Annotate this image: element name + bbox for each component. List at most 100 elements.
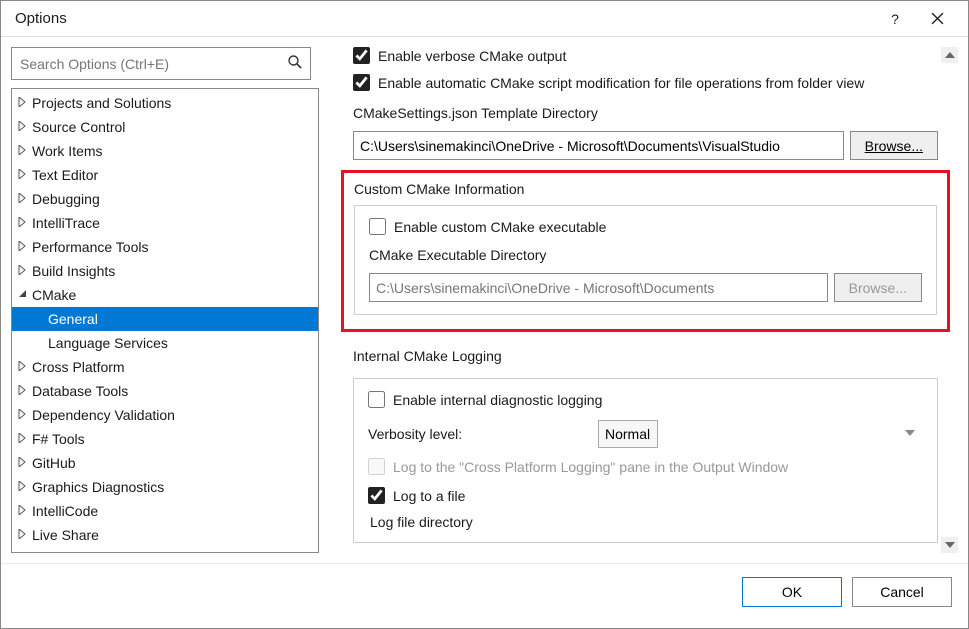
- enable-logging-checkbox-row[interactable]: Enable internal diagnostic logging: [368, 391, 923, 408]
- template-dir-input[interactable]: [353, 131, 844, 160]
- tree-item-label: Language Services: [48, 335, 168, 351]
- chevron-right-icon: [18, 529, 32, 542]
- tree-item-label: CMake: [32, 287, 76, 303]
- chevron-right-icon: [18, 241, 32, 254]
- auto-script-label: Enable automatic CMake script modificati…: [378, 75, 864, 91]
- tree-item-label: General: [48, 311, 98, 327]
- chevron-right-icon: [18, 97, 32, 110]
- template-dir-browse-button[interactable]: Browse...: [850, 131, 938, 160]
- chevron-right-icon: [18, 505, 32, 518]
- tree-item-dependency-validation[interactable]: Dependency Validation: [12, 403, 318, 427]
- scroll-up-button[interactable]: [941, 47, 958, 63]
- cancel-button[interactable]: Cancel: [852, 577, 952, 607]
- chevron-right-icon: [18, 385, 32, 398]
- verbose-checkbox[interactable]: [353, 47, 370, 64]
- tree-item-intellitrace[interactable]: IntelliTrace: [12, 211, 318, 235]
- log-pane-checkbox-row[interactable]: Log to the "Cross Platform Logging" pane…: [368, 458, 923, 475]
- chevron-up-icon: [945, 52, 955, 58]
- tree-item-debugging[interactable]: Debugging: [12, 187, 318, 211]
- tree-item-label: GitHub: [32, 455, 76, 471]
- chevron-right-icon: [18, 481, 32, 494]
- chevron-right-icon: [18, 433, 32, 446]
- content-panel: Enable verbose CMake output Enable autom…: [329, 47, 960, 553]
- exec-dir-label: CMake Executable Directory: [369, 247, 922, 263]
- tree-item-projects-and-solutions[interactable]: Projects and Solutions: [12, 91, 318, 115]
- tree-item-label: Dependency Validation: [32, 407, 175, 423]
- tree-item-label: Database Tools: [32, 383, 128, 399]
- custom-cmake-highlight: Custom CMake Information Enable custom C…: [341, 170, 950, 332]
- tree-item-label: Graphics Diagnostics: [32, 479, 164, 495]
- tree-item-cmake[interactable]: CMake: [12, 283, 318, 307]
- sidebar: Projects and Solutions Source Control Work…: [11, 47, 319, 553]
- tree-item-text-editor[interactable]: Text Editor: [12, 163, 318, 187]
- enable-logging-checkbox[interactable]: [368, 391, 385, 408]
- tree-item-label: Text Editor: [32, 167, 98, 183]
- tree-item-label: Projects and Solutions: [32, 95, 171, 111]
- options-tree[interactable]: Projects and Solutions Source Control Work…: [12, 89, 318, 552]
- window-title: Options: [15, 10, 67, 27]
- enable-logging-label: Enable internal diagnostic logging: [393, 392, 602, 408]
- tree-item-work-items[interactable]: Work Items: [12, 139, 318, 163]
- tree-item-label: IntelliTrace: [32, 215, 100, 231]
- tree-item-label: Live Share: [32, 527, 99, 543]
- tree-item-build-insights[interactable]: Build Insights: [12, 259, 318, 283]
- tree-item-performance-tools[interactable]: Performance Tools: [12, 235, 318, 259]
- tree-item-database-tools[interactable]: Database Tools: [12, 379, 318, 403]
- chevron-right-icon: [18, 361, 32, 374]
- chevron-down-icon: [945, 542, 955, 548]
- tree-item-label: IntelliCode: [32, 503, 98, 519]
- verbose-label: Enable verbose CMake output: [378, 48, 566, 64]
- tree-item-language-services[interactable]: Language Services: [12, 331, 318, 355]
- log-file-checkbox-row[interactable]: Log to a file: [368, 487, 923, 504]
- scroll-down-button[interactable]: [941, 537, 958, 553]
- tree-item-label: Debugging: [32, 191, 100, 207]
- tree-item-label: Source Control: [32, 119, 125, 135]
- chevron-right-icon: [18, 193, 32, 206]
- close-button[interactable]: [916, 1, 958, 37]
- tree-item-live-share[interactable]: Live Share: [12, 523, 318, 547]
- log-pane-label: Log to the "Cross Platform Logging" pane…: [393, 459, 788, 475]
- logging-title: Internal CMake Logging: [353, 348, 938, 364]
- search-input[interactable]: [11, 47, 311, 80]
- tree-item-general[interactable]: General: [12, 307, 318, 331]
- template-dir-label: CMakeSettings.json Template Directory: [353, 105, 938, 121]
- tree-item-source-control[interactable]: Source Control: [12, 115, 318, 139]
- tree-item-intellicode[interactable]: IntelliCode: [12, 499, 318, 523]
- chevron-right-icon: [18, 121, 32, 134]
- log-pane-checkbox: [368, 458, 385, 475]
- log-file-label: Log to a file: [393, 488, 465, 504]
- help-button[interactable]: ?: [874, 1, 916, 37]
- log-file-checkbox[interactable]: [368, 487, 385, 504]
- enable-custom-checkbox-row[interactable]: Enable custom CMake executable: [369, 218, 922, 235]
- tree-item-label: Work Items: [32, 143, 103, 159]
- chevron-right-icon: [18, 169, 32, 182]
- log-file-dir-label: Log file directory: [370, 514, 923, 530]
- dialog-footer: OK Cancel: [1, 563, 968, 619]
- exec-dir-input: [369, 273, 828, 302]
- ok-button[interactable]: OK: [742, 577, 842, 607]
- chevron-right-icon: [18, 265, 32, 278]
- tree-item-label: Cross Platform: [32, 359, 125, 375]
- chevron-right-icon: [18, 409, 32, 422]
- chevron-down-icon: [905, 428, 915, 439]
- custom-cmake-title: Custom CMake Information: [354, 181, 937, 197]
- enable-custom-checkbox[interactable]: [369, 218, 386, 235]
- verbosity-label: Verbosity level:: [368, 426, 568, 442]
- verbosity-select[interactable]: Normal: [598, 420, 658, 448]
- close-icon: [931, 12, 944, 25]
- chevron-right-icon: [18, 457, 32, 470]
- tree-item-label: Performance Tools: [32, 239, 148, 255]
- tree-item-label: F# Tools: [32, 431, 85, 447]
- auto-script-checkbox[interactable]: [353, 74, 370, 91]
- titlebar: Options ?: [1, 1, 968, 37]
- tree-item-f-tools[interactable]: F# Tools: [12, 427, 318, 451]
- tree-item-github[interactable]: GitHub: [12, 451, 318, 475]
- chevron-down-icon: [18, 289, 32, 301]
- tree-item-label: Build Insights: [32, 263, 115, 279]
- enable-custom-label: Enable custom CMake executable: [394, 219, 606, 235]
- auto-script-checkbox-row[interactable]: Enable automatic CMake script modificati…: [353, 74, 938, 91]
- verbose-checkbox-row[interactable]: Enable verbose CMake output: [353, 47, 938, 64]
- tree-item-cross-platform[interactable]: Cross Platform: [12, 355, 318, 379]
- exec-dir-browse-button: Browse...: [834, 273, 922, 302]
- tree-item-graphics-diagnostics[interactable]: Graphics Diagnostics: [12, 475, 318, 499]
